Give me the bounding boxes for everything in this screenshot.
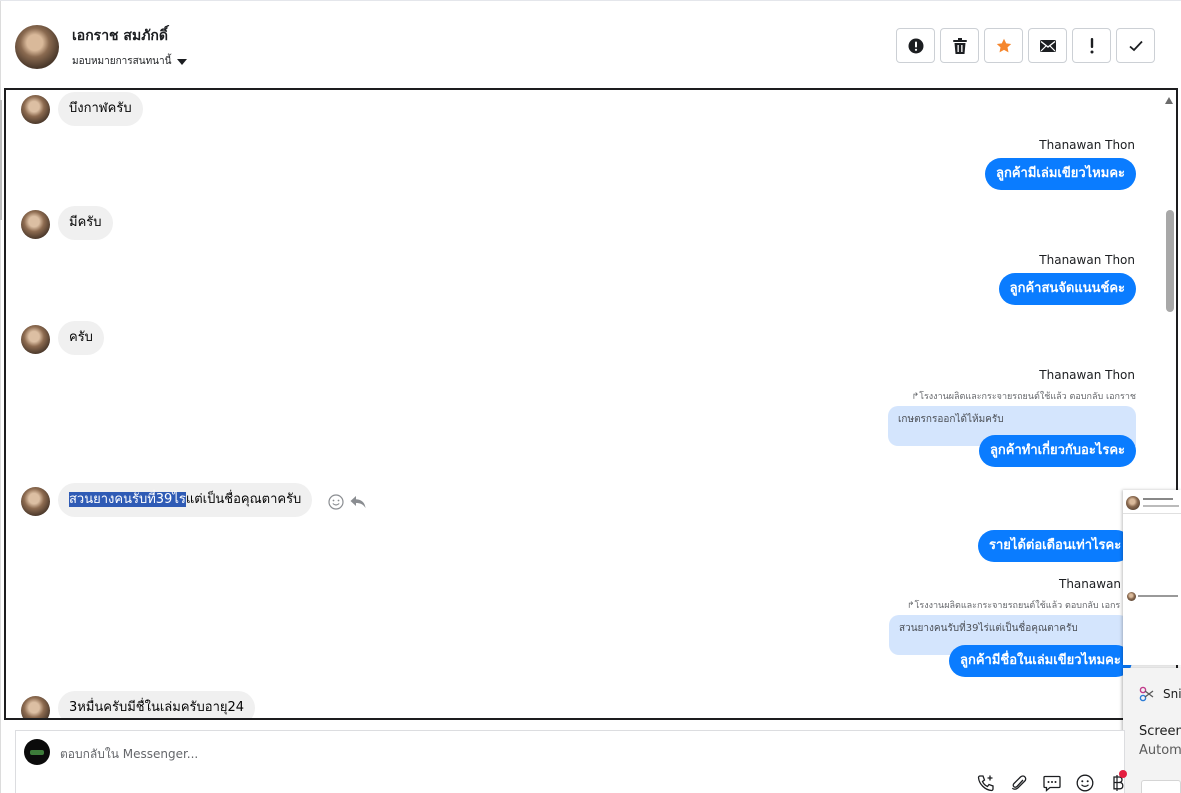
report-button[interactable] — [896, 28, 935, 63]
delete-button[interactable] — [940, 28, 979, 63]
notification-dot — [1119, 770, 1127, 778]
reply-composer — [15, 730, 1125, 793]
reply-arrow-icon: ↱ — [907, 601, 915, 611]
incoming-message[interactable]: มีครับ — [58, 206, 113, 240]
page-logo-avatar — [24, 739, 50, 765]
preview-sub-line — [1143, 505, 1179, 507]
saved-replies-button[interactable] — [1042, 773, 1062, 793]
outgoing-message[interactable]: รายได้ต่อเดือนเท่าไรคะ — [978, 530, 1133, 562]
contact-avatar-small[interactable] — [21, 95, 50, 124]
snip-app-title: Snip — [1163, 687, 1181, 701]
chat-preview-popup[interactable] — [1123, 490, 1181, 665]
reply-icon[interactable] — [350, 495, 366, 509]
assign-conversation-dropdown[interactable]: มอบหมายการสนทนานี้ — [72, 54, 188, 69]
caret-down-icon — [177, 58, 188, 65]
snipping-tool-icon — [1139, 686, 1154, 702]
messenger-inbox-window: เอกราช สมภักดิ์ มอบหมายการสนทนานี้ บึงกา… — [0, 0, 1181, 793]
smiley-icon — [1076, 774, 1094, 792]
check-icon — [1128, 40, 1143, 51]
trash-icon — [952, 37, 967, 54]
alert-circle-icon — [908, 38, 923, 53]
incoming-message[interactable]: 3หมื่นครับมีชื่ในเล่มครับอายุ24 — [58, 691, 256, 718]
conversation-actions — [896, 28, 1155, 63]
scroll-thumb[interactable] — [1166, 210, 1174, 312]
outgoing-message[interactable]: ลูกค้ามีชื่อในเล่มเขียวไหมคะ — [949, 645, 1132, 677]
sender-name: Thanawan Thon — [1039, 138, 1135, 152]
incoming-message[interactable]: บึงกาฬครับ — [58, 92, 143, 126]
contact-avatar-small[interactable] — [21, 325, 50, 354]
contact-avatar-small[interactable] — [21, 696, 50, 718]
emoji-button[interactable] — [1075, 773, 1095, 793]
preview-message-line — [1138, 595, 1178, 597]
star-icon — [996, 38, 1011, 52]
preview-divider — [1123, 513, 1181, 514]
selected-text[interactable]: สวนยางคนรับที่39ไร — [69, 492, 186, 507]
snip-line-2: Autom — [1139, 743, 1181, 758]
composer-toolbar — [976, 773, 1128, 793]
sender-name: Thanawan Thon — [1039, 253, 1135, 267]
contact-avatar[interactable] — [15, 25, 59, 69]
assign-label: มอบหมายการสนทนานี้ — [72, 56, 172, 67]
star-button[interactable] — [984, 28, 1023, 63]
conversation-header: เอกราช สมภักดิ์ มอบหมายการสนทนานี้ — [0, 0, 1181, 88]
call-button[interactable] — [976, 773, 996, 793]
reply-arrow-icon: ↱ — [911, 392, 920, 402]
contact-name[interactable]: เอกราช สมภักดิ์ — [72, 25, 168, 47]
snipping-tool-notification[interactable]: Snip Screen Autom — [1123, 668, 1181, 793]
reply-context: ↱โรงงานผลิตและกระจายรถยนต์ใช้แล้ว ตอบกลั… — [907, 598, 1120, 612]
reply-context: ↱โรงงานผลิตและกระจายรถยนต์ใช้แล้ว ตอบกลั… — [912, 389, 1136, 403]
snip-action-button[interactable] — [1141, 780, 1181, 793]
message-thread[interactable]: บึงกาฬครับ Thanawan Thon ลูกค้ามีเล่มเขี… — [4, 88, 1178, 720]
outgoing-message[interactable]: ลูกค้าสนจัดแนนช์คะ — [998, 273, 1136, 305]
preview-avatar-small — [1127, 592, 1136, 601]
incoming-message[interactable]: สวนยางคนรับที่39ไรแต่เป็นชื่อคุณตาครับ — [58, 483, 313, 517]
exclamation-icon — [1090, 37, 1093, 53]
preview-name-line — [1143, 498, 1173, 500]
outgoing-message[interactable]: ลูกค้ามีเล่มเขียวไหมคะ — [985, 158, 1136, 190]
chat-bubble-icon — [1043, 775, 1061, 792]
incoming-message[interactable]: ครับ — [58, 321, 104, 355]
paperclip-icon — [1011, 775, 1027, 790]
outgoing-message[interactable]: ลูกค้าทำเกี่ยวกับอะไรคะ — [978, 435, 1136, 467]
sender-name: Thanawan Thon — [1039, 368, 1135, 382]
message-hover-actions — [328, 494, 366, 510]
contact-avatar-small[interactable] — [21, 210, 50, 239]
envelope-icon — [1039, 39, 1056, 52]
left-edge-marker — [0, 100, 2, 220]
attach-button[interactable] — [1009, 773, 1029, 793]
snip-line-1: Screen — [1139, 724, 1181, 739]
done-button[interactable] — [1116, 28, 1155, 63]
scroll-up-arrow-icon[interactable] — [1165, 97, 1173, 104]
preview-avatar — [1126, 496, 1140, 510]
message-input[interactable] — [60, 744, 660, 764]
phone-plus-icon — [977, 775, 994, 792]
contact-avatar-small[interactable] — [21, 487, 50, 516]
mark-unread-button[interactable] — [1028, 28, 1067, 63]
smiley-icon[interactable] — [328, 494, 344, 510]
important-button[interactable] — [1072, 28, 1111, 63]
reply-context-text: โรงงานผลิตและกระจายรถยนต์ใช้แล้ว ตอบกลับ… — [919, 392, 1136, 402]
reply-context-text: โรงงานผลิตและกระจายรถยนต์ใช้แล้ว ตอบกลับ… — [914, 601, 1121, 611]
message-text: แต่เป็นชื่อคุณตาครับ — [185, 492, 302, 507]
